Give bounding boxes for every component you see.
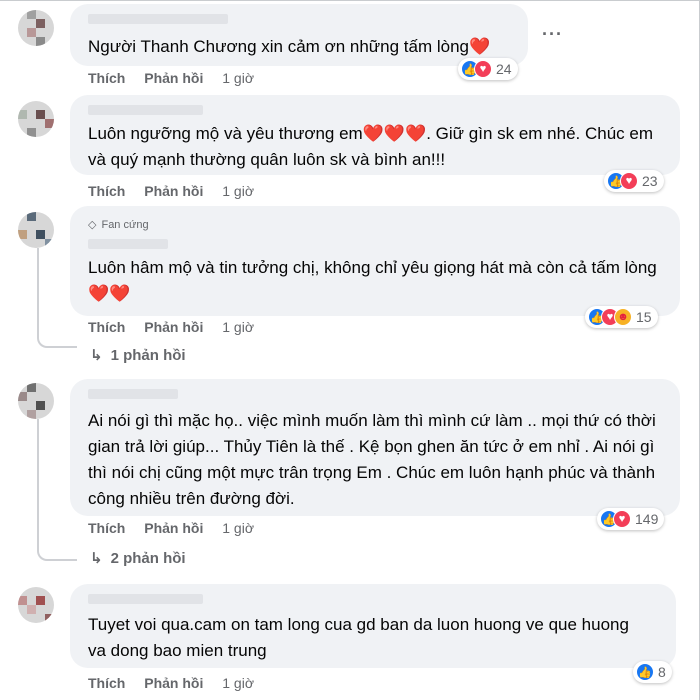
author-name[interactable] bbox=[88, 389, 178, 399]
timestamp[interactable]: 1 giờ bbox=[222, 675, 254, 691]
reaction-summary[interactable]: 👍 ♥ 149 bbox=[597, 508, 665, 530]
comment-text: Luôn hâm mộ và tin tưởng chị, không chỉ … bbox=[88, 258, 657, 303]
diamond-icon: ◇ bbox=[88, 219, 97, 231]
comment-bubble: Ai nói gì thì mặc họ.. việc mình muốn là… bbox=[70, 379, 680, 516]
comment-bubble: Người Thanh Chương xin cảm ơn những tấm … bbox=[70, 4, 528, 66]
reaction-count: 24 bbox=[496, 61, 512, 77]
thread-line bbox=[37, 419, 77, 561]
like-button[interactable]: Thích bbox=[88, 520, 125, 536]
timestamp[interactable]: 1 giờ bbox=[222, 183, 254, 199]
thread-line bbox=[37, 248, 77, 348]
view-replies-link[interactable]: ↳ 1 phản hồi bbox=[90, 346, 186, 364]
replies-count: 2 phản hồi bbox=[110, 550, 186, 567]
comment-bubble: Tuyet voi qua.cam on tam long cua gd ban… bbox=[70, 584, 676, 668]
reply-button[interactable]: Phản hồi bbox=[144, 675, 203, 691]
love-reaction-icon: ♥ bbox=[474, 60, 492, 78]
like-reaction-icon: 👍 bbox=[636, 663, 654, 681]
comment-actions: Thích Phản hồi 1 giờ bbox=[88, 319, 254, 335]
like-button[interactable]: Thích bbox=[88, 675, 125, 691]
reaction-summary[interactable]: 👍 8 bbox=[633, 661, 672, 683]
comment-actions: Thích Phản hồi 1 giờ bbox=[88, 675, 254, 691]
comment-text: Ai nói gì thì mặc họ.. việc mình muốn là… bbox=[88, 411, 656, 508]
reaction-count: 149 bbox=[635, 511, 659, 527]
fan-badge: ◇ Fan cứng bbox=[88, 218, 149, 232]
reply-button[interactable]: Phản hồi bbox=[144, 70, 203, 86]
comment-text: Người Thanh Chương xin cảm ơn những tấm … bbox=[88, 37, 491, 56]
like-button[interactable]: Thích bbox=[88, 183, 125, 199]
timestamp[interactable]: 1 giờ bbox=[222, 319, 254, 335]
timestamp[interactable]: 1 giờ bbox=[222, 520, 254, 536]
avatar[interactable] bbox=[18, 383, 54, 419]
avatar[interactable] bbox=[18, 212, 54, 248]
comment-text: Luôn ngưỡng mộ và yêu thương em❤️❤️❤️. G… bbox=[88, 124, 654, 169]
comment-bubble: ◇ Fan cứng Luôn hâm mộ và tin tưởng chị,… bbox=[70, 206, 680, 316]
comment-actions: Thích Phản hồi 1 giờ bbox=[88, 183, 254, 199]
reaction-summary[interactable]: 👍 ♥ 24 bbox=[458, 58, 518, 80]
avatar[interactable] bbox=[18, 101, 54, 137]
author-name[interactable] bbox=[88, 105, 203, 115]
reply-arrow-icon: ↳ bbox=[90, 347, 103, 364]
love-reaction-icon: ♥ bbox=[613, 510, 631, 528]
reply-arrow-icon: ↳ bbox=[90, 550, 103, 567]
reaction-count: 23 bbox=[642, 173, 658, 189]
avatar[interactable] bbox=[18, 587, 54, 623]
badge-label: Fan cứng bbox=[101, 218, 149, 231]
frame-border-top bbox=[0, 0, 700, 1]
more-options-icon[interactable]: ··· bbox=[542, 24, 563, 45]
replies-count: 1 phản hồi bbox=[110, 347, 186, 364]
author-name[interactable] bbox=[88, 14, 228, 24]
care-reaction-icon: ☻ bbox=[614, 308, 632, 326]
love-reaction-icon: ♥ bbox=[620, 172, 638, 190]
view-replies-link[interactable]: ↳ 2 phản hồi bbox=[90, 549, 186, 567]
author-name[interactable] bbox=[88, 239, 168, 249]
like-button[interactable]: Thích bbox=[88, 319, 125, 335]
like-button[interactable]: Thích bbox=[88, 70, 125, 86]
reaction-summary[interactable]: 👍 ♥ ☻ 15 bbox=[585, 306, 658, 328]
reaction-count: 8 bbox=[658, 664, 666, 680]
reaction-summary[interactable]: 👍 ♥ 23 bbox=[604, 170, 664, 192]
comment-bubble: Luôn ngưỡng mộ và yêu thương em❤️❤️❤️. G… bbox=[70, 95, 680, 175]
timestamp[interactable]: 1 giờ bbox=[222, 70, 254, 86]
comment-actions: Thích Phản hồi 1 giờ bbox=[88, 70, 254, 86]
comment-text: Tuyet voi qua.cam on tam long cua gd ban… bbox=[88, 615, 629, 660]
avatar[interactable] bbox=[18, 10, 54, 46]
author-name[interactable] bbox=[88, 594, 203, 604]
reply-button[interactable]: Phản hồi bbox=[144, 183, 203, 199]
reaction-count: 15 bbox=[636, 309, 652, 325]
reply-button[interactable]: Phản hồi bbox=[144, 520, 203, 536]
comment-actions: Thích Phản hồi 1 giờ bbox=[88, 520, 254, 536]
reply-button[interactable]: Phản hồi bbox=[144, 319, 203, 335]
